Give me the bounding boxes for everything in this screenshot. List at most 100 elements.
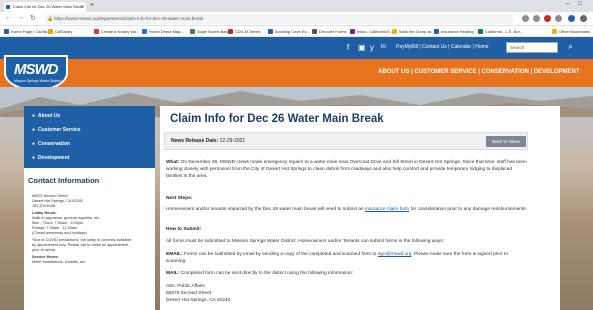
- address-line: Attn: Public Affairs: [166, 284, 205, 289]
- bullet-icon: ●: [32, 141, 36, 147]
- back-to-news-button[interactable]: Back to News: [486, 136, 526, 147]
- mailing-address: Attn: Public Affairs 66575 Second Street…: [166, 284, 528, 304]
- how-to-submit-heading: How to Submit:: [166, 227, 528, 234]
- contact-line: 760.329.6448: [32, 204, 56, 208]
- contact-title: Contact Information: [28, 176, 100, 185]
- facebook-icon[interactable]: f: [347, 43, 349, 52]
- reload-icon[interactable]: ↻: [30, 14, 36, 22]
- logo-text: MSWD: [14, 61, 58, 78]
- email-label: EMAIL:: [166, 252, 183, 257]
- extension-icon[interactable]: [555, 15, 562, 22]
- sidebar-item-label: Customer Service: [38, 127, 81, 133]
- bookmark-icon: [350, 29, 355, 35]
- next-steps-paragraph: Homeowners and/or tenants impacted by th…: [166, 207, 528, 214]
- tab-close-icon[interactable]: ×: [81, 2, 84, 12]
- linkedin-icon[interactable]: in: [381, 44, 386, 50]
- bookmark-icon: [142, 29, 147, 35]
- forward-arrow-icon[interactable]: →: [17, 14, 24, 21]
- bookmark-item[interactable]: Gage Sports Base...: [190, 26, 233, 37]
- bookmark-item[interactable]: Other Bookmarks: [552, 26, 590, 37]
- bookmark-item[interactable]: CalSalary: [48, 26, 72, 37]
- twitter-icon[interactable]: y: [370, 43, 374, 52]
- release-date: News Release Date: 12-29-2021: [171, 138, 245, 144]
- sidebar-item-about-us[interactable]: ● About Us: [32, 113, 60, 119]
- article-content: Claim Info for Dec 26 Water Main Break N…: [160, 106, 560, 310]
- news-icon[interactable]: ▣: [358, 43, 366, 52]
- bookmark-item[interactable]: CDS-M Series: [228, 26, 261, 37]
- lock-icon: 🔒: [47, 16, 54, 22]
- email-link[interactable]: dgo@mswd.org: [378, 252, 412, 257]
- search-icon[interactable]: ⌕: [568, 41, 573, 52]
- bookmark-icon: [228, 29, 233, 35]
- browser-tab[interactable]: Claim Info for Dec 26 Water Main Break ×: [4, 2, 86, 12]
- utility-links[interactable]: PayMyBill | Contact Us | Calendar | Home: [396, 44, 489, 50]
- back-arrow-icon[interactable]: ←: [5, 14, 12, 21]
- insurance-claim-form-link[interactable]: insurance claim form: [365, 207, 409, 212]
- release-date-label: News Release Date:: [171, 138, 219, 144]
- release-date-bar: News Release Date: 12-29-2021 Back to Ne…: [164, 132, 528, 150]
- bookmark-item[interactable]: California - L.E. Bor...: [478, 26, 523, 37]
- next-steps-label: Next Steps:: [166, 196, 193, 201]
- bookmark-icon: [552, 29, 557, 35]
- search-input[interactable]: Search: [506, 42, 558, 53]
- email-text: Forms can be submitted by email by sendi…: [182, 252, 378, 257]
- contact-line: prior to arrival.: [32, 248, 57, 252]
- profile-avatar[interactable]: [568, 15, 575, 22]
- what-paragraph: What: On December 26, MSWD crews made em…: [166, 160, 528, 180]
- bullet-icon: ●: [32, 113, 36, 119]
- sidebar-menu: ● About Us ● Customer Service ● Conservatio…: [24, 106, 155, 168]
- bookmark-item[interactable]: Insurance Heating...: [434, 26, 477, 37]
- menu-icon[interactable]: [580, 15, 587, 22]
- address-line: 66575 Second Street: [166, 290, 212, 296]
- scroll-right-icon[interactable]: ›: [562, 270, 564, 277]
- site-logo[interactable]: MSWD Mission Springs Water District: [4, 55, 68, 91]
- bookmark-icon: [48, 29, 53, 35]
- bookmark-item[interactable]: Walk the Dump as: [392, 26, 432, 37]
- how-to-submit-text: All forms must be submitted to Mission S…: [166, 239, 445, 244]
- utility-bar: f ▣ y in PayMyBill | Contact Us | Calend…: [0, 37, 593, 59]
- bookmark-item[interactable]: Create a Notary Wo...: [94, 26, 140, 37]
- extension-icon[interactable]: [522, 15, 529, 22]
- tab-title: Claim Info for Dec 26 Water Main Break: [13, 4, 84, 9]
- sidebar-item-customer-service[interactable]: ● Customer Service: [32, 127, 81, 133]
- site-favicon-icon: [6, 5, 10, 9]
- maximize-icon[interactable]: □: [578, 1, 582, 7]
- extension-icon[interactable]: [533, 15, 540, 22]
- bullet-icon: ●: [32, 155, 36, 161]
- browser-toolbar: ← → ↻ 🔒 https://www.mswd.org/departments…: [0, 12, 593, 26]
- new-tab-button[interactable]: +: [90, 2, 94, 10]
- bookmark-item[interactable]: Avoiding Cave Ev...: [268, 26, 310, 37]
- mail-label: MAIL:: [166, 271, 180, 276]
- email-paragraph: EMAIL: Forms can be submitted by email b…: [166, 252, 528, 266]
- bookmark-label: Home Depot Mag...: [149, 29, 184, 34]
- next-steps-text: Homeowners and/or tenants impacted by th…: [166, 207, 365, 212]
- address-line: Desert Hot Springs, CA 92240: [166, 297, 231, 303]
- bookmark-icon: [392, 29, 397, 35]
- contact-line: Meter installations, shutoffs, etc.: [32, 260, 87, 264]
- bookmark-item[interactable]: Decoder Forest: [312, 26, 347, 37]
- browser-tab-bar: Claim Info for Dec 26 Water Main Break ×…: [0, 0, 593, 12]
- bullet-icon: ●: [32, 127, 36, 133]
- bookmark-label: Avoiding Cave Ev...: [275, 29, 310, 34]
- extension-icon[interactable]: [544, 15, 551, 22]
- sidebar-item-development[interactable]: ● Development: [32, 155, 69, 161]
- main-nav-links[interactable]: ABOUT US | CUSTOMER SERVICE | CONSERVATI…: [378, 69, 580, 75]
- sidebar-item-conservation[interactable]: ● Conservation: [32, 141, 70, 147]
- bookmark-item[interactable]: Home Depot Mag...: [142, 26, 184, 37]
- minimize-icon[interactable]: –: [566, 1, 569, 7]
- bookmark-icon: [190, 29, 195, 35]
- bookmark-item[interactable]: Home Page | Cal Ba...: [4, 26, 51, 37]
- address-url: https://www.mswd.org/departments/claim-i…: [54, 16, 204, 21]
- contact-line: (Closed weekends and holidays): [32, 231, 87, 235]
- bookmark-icon: [434, 29, 439, 35]
- address-bar[interactable]: 🔒 https://www.mswd.org/departments/claim…: [44, 14, 514, 24]
- bookmark-label: Home Page | Cal Ba...: [11, 29, 51, 34]
- bookmark-item[interactable]: Insta - California E...: [350, 26, 393, 37]
- release-date-value: 12-29-2021: [219, 138, 246, 144]
- what-label: What:: [166, 160, 180, 165]
- bookmark-label: CalSalary: [55, 29, 73, 34]
- how-to-submit-label: How to Submit:: [166, 227, 202, 232]
- how-to-submit-paragraph: All forms must be submitted to Mission S…: [166, 239, 528, 246]
- bookmark-label: Insta - California E...: [357, 29, 394, 34]
- page-title: Claim Info for Dec 26 Water Main Break: [170, 113, 384, 125]
